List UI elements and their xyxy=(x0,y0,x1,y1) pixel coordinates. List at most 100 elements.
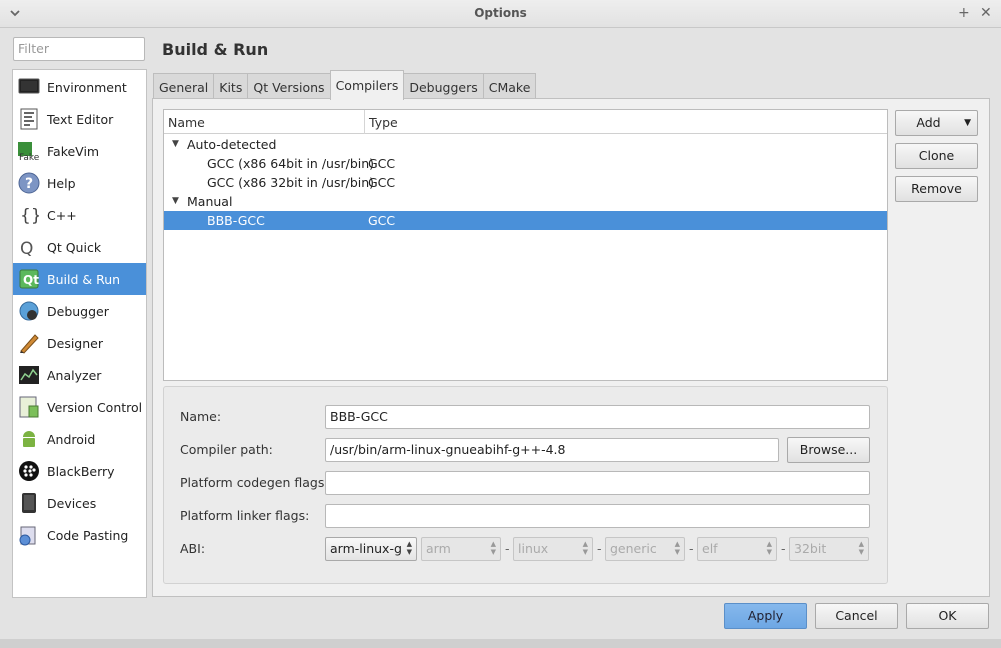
category-sidebar: Environment Text Editor Fake FakeVim ? H… xyxy=(12,69,147,598)
sidebar-item-help[interactable]: ? Help xyxy=(13,167,146,199)
expand-arrow-icon[interactable]: ▼ xyxy=(172,139,179,149)
abi-width-value: 32bit xyxy=(794,541,827,556)
tab-qt-versions[interactable]: Qt Versions xyxy=(247,73,331,100)
linker-flags-label: Platform linker flags: xyxy=(180,508,310,523)
sidebar-item-label: C++ xyxy=(47,207,77,223)
svg-text:{}: {} xyxy=(20,206,39,226)
sidebar-item-code-pasting[interactable]: Code Pasting xyxy=(13,519,146,551)
abi-format-value: elf xyxy=(702,541,718,556)
tab-compilers[interactable]: Compilers xyxy=(329,70,405,100)
sidebar-item-text-editor[interactable]: Text Editor xyxy=(13,103,146,135)
updown-arrows-icon: ▲ ▼ xyxy=(582,540,588,556)
abi-preset-select[interactable]: arm-linux-g ▲ ▼ xyxy=(325,537,417,561)
abi-width-select[interactable]: 32bit ▲ ▼ xyxy=(789,537,869,561)
sidebar-item-label: BlackBerry xyxy=(47,463,115,479)
qt-quick-icon: Q xyxy=(17,235,41,259)
tree-group-row[interactable]: ▼ Manual xyxy=(164,192,887,211)
maximize-icon[interactable]: + xyxy=(958,4,970,22)
sidebar-item-label: Devices xyxy=(47,495,97,511)
sidebar-item-devices[interactable]: Devices xyxy=(13,487,146,519)
sidebar-item-label: Android xyxy=(47,431,96,447)
sidebar-item-blackberry[interactable]: BlackBerry xyxy=(13,455,146,487)
svg-text:Qt: Qt xyxy=(23,273,39,287)
codegen-flags-label: Platform codegen flags: xyxy=(180,475,329,490)
table-row[interactable]: BBB-GCC GCC xyxy=(164,211,887,230)
sidebar-item-cpp[interactable]: {} C++ xyxy=(13,199,146,231)
clone-button[interactable]: Clone xyxy=(895,143,978,169)
compiler-type: GCC xyxy=(368,213,396,228)
svg-text:Q: Q xyxy=(20,239,33,258)
column-header-type[interactable]: Type xyxy=(369,115,398,130)
sidebar-item-debugger[interactable]: Debugger xyxy=(13,295,146,327)
abi-format-select[interactable]: elf ▲ ▼ xyxy=(697,537,777,561)
updown-arrows-icon: ▲ ▼ xyxy=(766,540,772,556)
table-row[interactable]: GCC (x86 32bit in /usr/bin) GCC xyxy=(164,173,887,192)
filter-input[interactable]: Filter xyxy=(13,37,145,61)
column-divider[interactable] xyxy=(364,110,365,134)
compiler-tree: Name Type ▼ Auto-detected GCC (x86 64bit… xyxy=(163,109,888,381)
tab-debuggers[interactable]: Debuggers xyxy=(403,73,484,100)
abi-preset-value: arm-linux-g xyxy=(330,541,402,556)
abi-separator: - xyxy=(597,541,602,556)
fakevim-icon: Fake xyxy=(17,139,41,163)
abi-separator: - xyxy=(505,541,510,556)
tab-general[interactable]: General xyxy=(153,73,215,100)
build-run-icon: Qt xyxy=(17,267,41,291)
help-icon: ? xyxy=(17,171,41,195)
android-icon xyxy=(17,427,41,451)
updown-arrows-icon: ▲ ▼ xyxy=(490,540,496,556)
add-button-label: Add xyxy=(916,115,941,130)
sidebar-item-label: Help xyxy=(47,175,76,191)
column-header-name[interactable]: Name xyxy=(168,115,205,130)
expand-arrow-icon[interactable]: ▼ xyxy=(172,196,179,206)
name-field[interactable]: BBB-GCC xyxy=(325,405,870,429)
abi-flavor-value: generic xyxy=(610,541,657,556)
analyzer-icon xyxy=(17,363,41,387)
abi-label: ABI: xyxy=(180,541,206,556)
sidebar-item-analyzer[interactable]: Analyzer xyxy=(13,359,146,391)
text-editor-icon xyxy=(17,107,41,131)
sidebar-item-designer[interactable]: Designer xyxy=(13,327,146,359)
version-control-icon xyxy=(17,395,41,419)
tree-header: Name Type xyxy=(164,110,887,134)
compiler-path-field[interactable]: /usr/bin/arm-linux-gnueabihf-g++-4.8 xyxy=(325,438,779,462)
add-button[interactable]: Add ▼ xyxy=(895,110,978,136)
table-row[interactable]: GCC (x86 64bit in /usr/bin) GCC xyxy=(164,154,887,173)
updown-arrows-icon: ▲ ▼ xyxy=(406,540,412,556)
updown-arrows-icon: ▲ ▼ xyxy=(858,540,864,556)
compiler-path-label: Compiler path: xyxy=(180,442,273,457)
dropdown-arrow-icon: ▼ xyxy=(964,118,971,128)
sidebar-item-label: Version Control xyxy=(47,399,143,415)
sidebar-item-environment[interactable]: Environment xyxy=(13,71,146,103)
monitor-icon xyxy=(17,75,41,99)
tab-cmake[interactable]: CMake xyxy=(482,73,537,100)
cancel-button[interactable]: Cancel xyxy=(815,603,898,629)
sidebar-item-build-run[interactable]: Qt Build & Run xyxy=(13,263,146,295)
abi-flavor-select[interactable]: generic ▲ ▼ xyxy=(605,537,685,561)
apply-button[interactable]: Apply xyxy=(724,603,807,629)
sidebar-item-label: Qt Quick xyxy=(47,239,102,255)
linker-flags-field[interactable] xyxy=(325,504,870,528)
abi-architecture-select[interactable]: arm ▲ ▼ xyxy=(421,537,501,561)
ok-button[interactable]: OK xyxy=(906,603,989,629)
sidebar-item-label: Environment xyxy=(47,79,127,95)
sidebar-item-version-control[interactable]: Version Control xyxy=(13,391,146,423)
code-pasting-icon xyxy=(17,523,41,547)
tab-kits[interactable]: Kits xyxy=(213,73,249,100)
codegen-flags-field[interactable] xyxy=(325,471,870,495)
devices-icon xyxy=(17,491,41,515)
sidebar-item-label: Debugger xyxy=(47,303,109,319)
sidebar-item-fakevim[interactable]: Fake FakeVim xyxy=(13,135,146,167)
window-title: Options xyxy=(474,6,527,20)
close-icon[interactable]: ✕ xyxy=(980,4,992,22)
sidebar-item-label: FakeVim xyxy=(47,143,100,159)
group-label: Manual xyxy=(187,194,233,209)
browse-button[interactable]: Browse... xyxy=(787,437,870,463)
abi-os-select[interactable]: linux ▲ ▼ xyxy=(513,537,593,561)
sidebar-item-android[interactable]: Android xyxy=(13,423,146,455)
tree-group-row[interactable]: ▼ Auto-detected xyxy=(164,135,887,154)
compiler-type: GCC xyxy=(368,156,396,171)
abi-os-value: linux xyxy=(518,541,549,556)
sidebar-item-qt-quick[interactable]: Q Qt Quick xyxy=(13,231,146,263)
remove-button[interactable]: Remove xyxy=(895,176,978,202)
